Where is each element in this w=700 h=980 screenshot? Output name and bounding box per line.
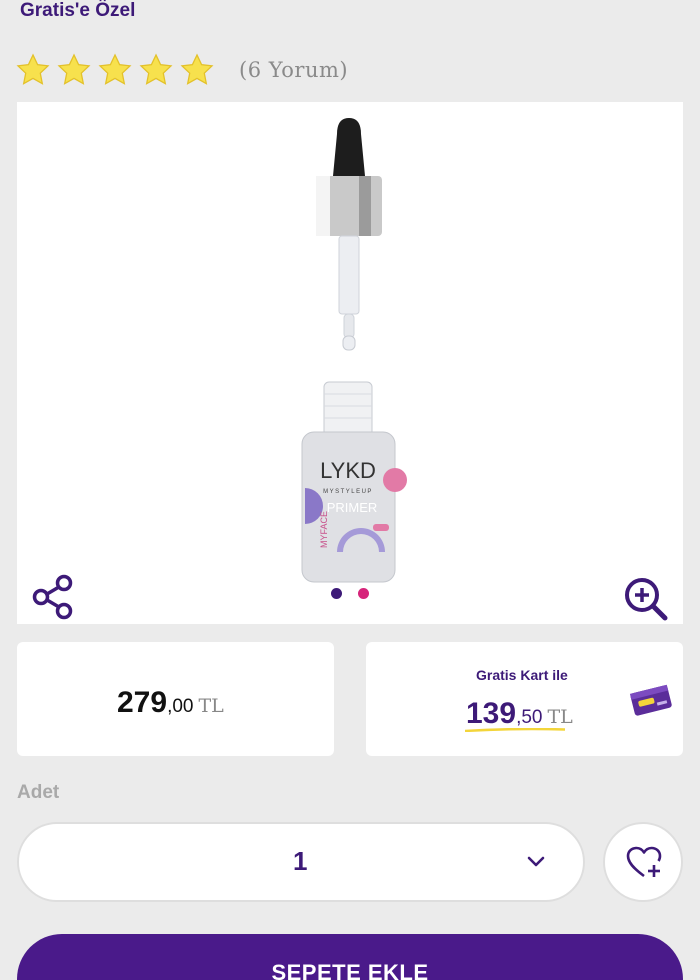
product-image: LYKD MYSTYLEUP PRIMER MYFACE bbox=[301, 118, 407, 583]
star-icon bbox=[57, 53, 91, 85]
card-price-label: Gratis Kart ile bbox=[476, 667, 568, 683]
gratis-card-price-card[interactable]: Gratis Kart ile 139 ,50 TL bbox=[366, 642, 683, 756]
slide-dot-active[interactable] bbox=[331, 588, 342, 599]
star-icon bbox=[180, 53, 214, 85]
card-price-decimal: ,50 bbox=[516, 707, 543, 728]
product-image-gallery[interactable]: LYKD MYSTYLEUP PRIMER MYFACE bbox=[17, 102, 683, 624]
slide-dot[interactable] bbox=[358, 588, 369, 599]
slide-indicator[interactable] bbox=[17, 588, 683, 599]
regular-price: 279 ,00 TL bbox=[117, 686, 224, 720]
product-line-text: MYFACE bbox=[319, 511, 329, 548]
gratis-card-image bbox=[629, 684, 672, 716]
price-underline bbox=[465, 728, 565, 732]
quantity-select[interactable]: 1 bbox=[17, 822, 585, 902]
card-price-currency: TL bbox=[547, 706, 573, 728]
star-icon bbox=[139, 53, 173, 85]
product-brand-text: LYKD bbox=[320, 458, 376, 483]
regular-price-card: 279 ,00 TL bbox=[17, 642, 334, 756]
star-icon bbox=[16, 53, 50, 85]
quantity-label: Adet bbox=[17, 782, 60, 803]
add-to-favorites-button[interactable] bbox=[603, 822, 683, 902]
add-to-cart-button[interactable]: SEPETE EKLE bbox=[17, 934, 683, 980]
product-subbrand-text: MYSTYLEUP bbox=[323, 489, 373, 495]
price-currency: TL bbox=[198, 695, 224, 717]
quantity-value: 1 bbox=[293, 846, 308, 876]
rating-row[interactable]: (6 Yorum) bbox=[14, 50, 348, 90]
star-icon bbox=[98, 53, 132, 85]
zoom-in-icon[interactable] bbox=[623, 576, 669, 622]
price-decimal: ,00 bbox=[167, 696, 194, 717]
card-price-integer: 139 bbox=[466, 697, 517, 730]
review-count-link[interactable]: (6 Yorum) bbox=[239, 58, 348, 82]
chevron-down-icon bbox=[527, 856, 545, 867]
heart-plus-icon bbox=[626, 846, 662, 878]
product-type-text: PRIMER bbox=[327, 500, 378, 515]
promo-title: Gratis'e Özel bbox=[20, 0, 136, 21]
card-price: 139 ,50 TL bbox=[466, 697, 573, 731]
add-to-cart-label: SEPETE EKLE bbox=[271, 960, 429, 980]
price-integer: 279 bbox=[117, 686, 168, 719]
share-icon[interactable] bbox=[31, 572, 75, 622]
